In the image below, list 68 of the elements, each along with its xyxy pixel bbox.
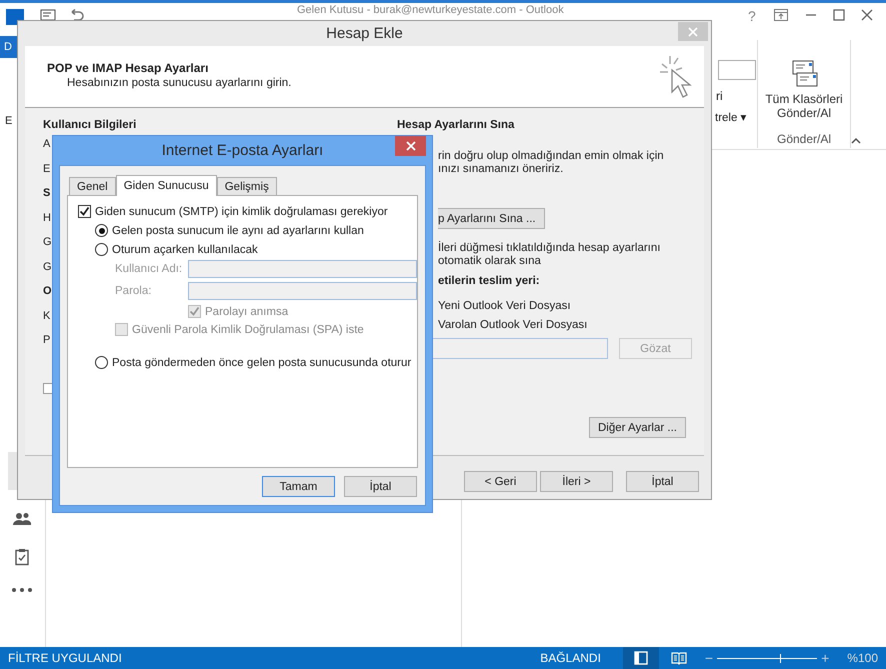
send-receive-all-button[interactable]: Tüm Klasörleri Gönder/Al — [761, 60, 847, 120]
panel-icon — [634, 651, 648, 665]
label-fragment: G — [43, 260, 52, 274]
close-icon — [688, 26, 698, 36]
filter-menu[interactable]: trele ▾ — [715, 110, 747, 124]
close-icon[interactable] — [861, 9, 873, 21]
field-label: Parola: — [115, 285, 152, 297]
description-text: rin doğru olup olmadığından emin olmak için ınızı sınamanızı öneririz. — [437, 150, 664, 176]
dialog-button[interactable]: < Geri — [464, 471, 537, 492]
dialog-title: Internet E-posta Ayarları — [162, 142, 324, 159]
label-fragment: E — [43, 162, 50, 176]
more-icon[interactable] — [12, 588, 32, 592]
label-fragment: G — [43, 235, 52, 250]
section-heading: etilerin teslim yeri: — [437, 274, 540, 288]
ribbon-label: ri — [716, 89, 723, 103]
tab[interactable]: Genel — [69, 177, 116, 195]
dialog-title: Hesap Ekle — [326, 25, 403, 42]
checkbox[interactable] — [78, 205, 91, 218]
label-fragment: S — [43, 186, 50, 201]
label-fragment: O — [43, 284, 52, 299]
tab[interactable]: Giden Sunucusu — [116, 175, 217, 196]
checkbox-label: Güvenli Parola Kimlik Doğrulaması (SPA) iste — [132, 324, 364, 336]
input-field[interactable] — [188, 282, 417, 300]
radio-label: Oturum açarken kullanılacak — [112, 244, 258, 256]
file-path-field[interactable] — [432, 338, 608, 359]
radio-button[interactable] — [95, 243, 108, 256]
label-fragment: A — [43, 137, 50, 152]
people-icon[interactable] — [13, 512, 31, 526]
more-settings-button[interactable]: Diğer Ayarlar ... — [588, 417, 686, 438]
dialog-button[interactable]: İptal — [344, 476, 417, 497]
label-fragment: P — [43, 333, 50, 348]
radio-button[interactable] — [95, 224, 108, 237]
reading-view-icon[interactable] — [670, 651, 687, 665]
test-account-button[interactable]: p Ayarlarını Sına ... — [438, 208, 545, 229]
normal-view-button[interactable] — [622, 647, 659, 669]
checkbox-label: Parolayı anımsa — [205, 306, 288, 318]
section-heading: Hesap Ayarlarını Sına — [397, 118, 514, 132]
dialog-subheading: Hesabınızın posta sunucusu ayarlarını girin. — [66, 77, 292, 89]
radio-button[interactable] — [95, 356, 108, 369]
close-button[interactable] — [395, 136, 426, 156]
group-label: Gönder/Al — [776, 132, 832, 146]
zoom-level[interactable]: %100 — [847, 651, 878, 665]
radio-label: Gelen posta sunucum ile aynı ad ayarlarını kullan — [112, 224, 364, 236]
checkbox-label: Giden sunucum (SMTP) için kimlik doğrulaması gerekiyor — [95, 206, 388, 218]
maximize-icon[interactable] — [833, 9, 845, 21]
search-field[interactable] — [718, 60, 756, 80]
radio-label: Posta göndermeden önce gelen posta sunucusunda oturur — [112, 356, 412, 368]
dialog-button[interactable]: İptal — [626, 471, 699, 492]
ribbon-display-icon[interactable] — [774, 9, 788, 21]
tasks-icon[interactable] — [15, 548, 29, 566]
dialog-button[interactable]: İleri > — [540, 471, 613, 492]
dialog-heading: POP ve IMAP Hesap Ayarları — [47, 61, 210, 75]
label-fragment: H — [43, 210, 51, 226]
section-heading: Kullanıcı Bilgileri — [43, 118, 136, 132]
field-label: Kullanıcı Adı: — [115, 263, 184, 275]
filter-status: FİLTRE UYGULANDI — [8, 651, 122, 665]
connection-status: BAĞLANDI — [540, 651, 601, 665]
help-button[interactable]: ? — [748, 8, 756, 24]
file-tab[interactable]: D — [0, 36, 17, 58]
window-title: Gelen Kutusu - burak@newturkeyestate.com - Outlook — [297, 4, 564, 17]
label-fragment: E — [5, 115, 12, 127]
collapse-icon[interactable] — [851, 137, 861, 144]
tab[interactable]: Gelişmiş — [216, 177, 277, 195]
input-field[interactable] — [188, 260, 417, 278]
cursor-click-icon — [658, 54, 694, 100]
close-icon — [406, 141, 416, 151]
label-fragment: K — [43, 308, 50, 324]
dialog-button[interactable]: Tamam — [262, 476, 335, 497]
